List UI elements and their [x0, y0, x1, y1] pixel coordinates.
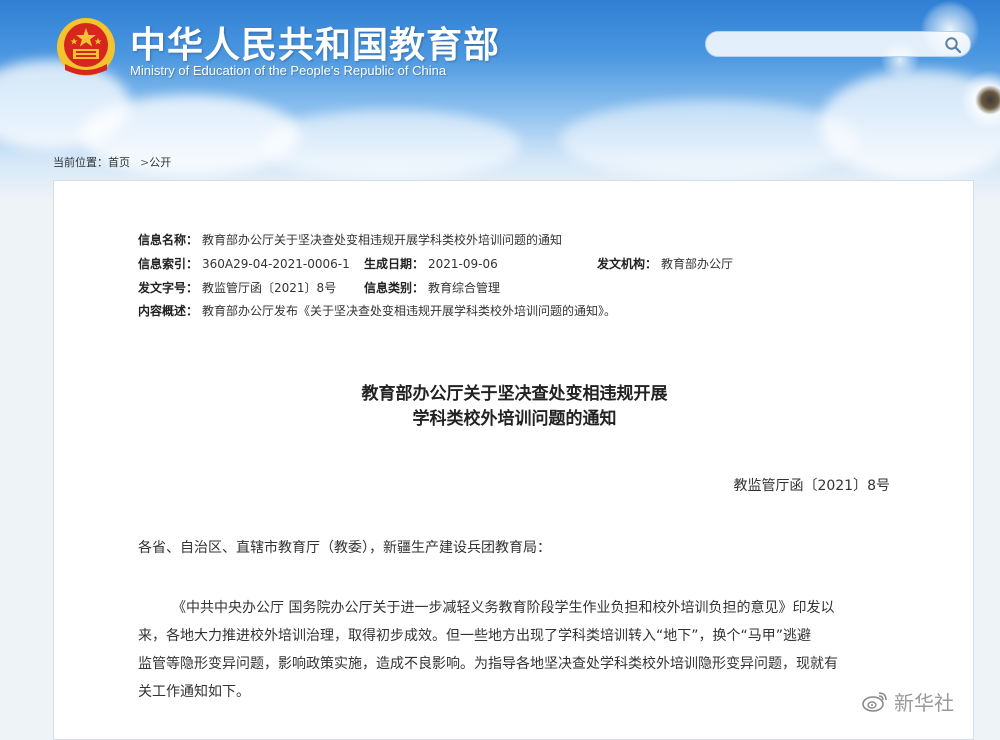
content-panel: 信息名称： 教育部办公厅关于坚决查处变相违规开展学科类校外培训问题的通知 信息索引… — [53, 180, 974, 740]
meta-index-label: 信息索引： — [138, 257, 199, 271]
search-icon[interactable] — [944, 36, 962, 54]
document-number: 教监管厅函〔2021〕8号 — [733, 478, 890, 494]
paragraph-line: 来，各地大力推进校外培训治理，取得初步成效。但一些地方出现了学科类培训转入“地下… — [138, 628, 812, 644]
watermark-text: 新华社 — [894, 690, 954, 715]
weibo-icon — [862, 692, 887, 712]
cloud-decoration — [260, 110, 520, 180]
document-title-line2: 学科类校外培训问题的通知 — [412, 409, 617, 429]
meta-date-row: 生成日期： 2021-09-06 — [364, 255, 498, 272]
meta-category-row: 信息类别： 教育综合管理 — [364, 279, 500, 296]
site-subtitle: Ministry of Education of the People's Re… — [130, 63, 447, 78]
meta-summary-row: 内容概述： 教育部办公厅发布《关于坚决查处变相违规开展学科类校外培训问题的通知》。 — [138, 302, 616, 319]
breadcrumb-prefix: 当前位置： — [53, 156, 108, 169]
paragraph-line: 监管等隐形变异问题，影响政策实施，造成不良影响。为指导各地坚决查处学科类校外培训… — [138, 656, 838, 672]
paragraph-line: 《中共中央办公厅 国务院办公厅关于进一步减轻义务教育阶段学生作业负担和校外培训负… — [172, 600, 835, 616]
site-header: 中华人民共和国教育部 Ministry of Education of the … — [0, 0, 1000, 200]
national-emblem-icon — [57, 18, 115, 76]
meta-index-row: 信息索引： 360A29-04-2021-0006-1 — [138, 255, 350, 272]
meta-docno-value: 教监管厅函〔2021〕8号 — [202, 281, 337, 295]
document-salutation: 各省、自治区、直辖市教育厅（教委），新疆生产建设兵团教育局： — [138, 540, 551, 556]
meta-date-value: 2021-09-06 — [428, 257, 498, 271]
meta-docno-row: 发文字号： 教监管厅函〔2021〕8号 — [138, 279, 336, 296]
meta-name-label: 信息名称： — [138, 233, 199, 247]
document-title-line1: 教育部办公厅关于坚决查处变相违规开展 — [361, 384, 668, 404]
breadcrumb-home-link[interactable]: 首页 — [108, 156, 130, 169]
meta-issuer-value: 教育部办公厅 — [661, 257, 734, 271]
cloud-decoration — [560, 100, 860, 180]
breadcrumb-separator: > — [140, 156, 150, 169]
meta-issuer-label: 发文机构： — [597, 257, 658, 271]
site-title: 中华人民共和国教育部 — [130, 25, 501, 66]
search-box — [705, 31, 971, 57]
meta-summary-value: 教育部办公厅发布《关于坚决查处变相违规开展学科类校外培训问题的通知》。 — [202, 304, 617, 318]
meta-issuer-row: 发文机构： 教育部办公厅 — [597, 255, 733, 272]
xinhua-watermark: 新华社 — [862, 686, 954, 716]
meta-docno-label: 发文字号： — [138, 281, 199, 295]
meta-category-label: 信息类别： — [364, 281, 425, 295]
meta-name-row: 信息名称： 教育部办公厅关于坚决查处变相违规开展学科类校外培训问题的通知 — [138, 231, 562, 248]
breadcrumb: 当前位置：首页 >公开 — [53, 154, 171, 170]
meta-date-label: 生成日期： — [364, 257, 425, 271]
breadcrumb-current-link[interactable]: 公开 — [149, 156, 171, 169]
meta-summary-label: 内容概述： — [138, 304, 199, 318]
meta-category-value: 教育综合管理 — [428, 281, 501, 295]
search-input[interactable] — [718, 35, 942, 55]
paragraph-line: 关工作通知如下。 — [138, 684, 250, 700]
meta-name-value: 教育部办公厅关于坚决查处变相违规开展学科类校外培训问题的通知 — [202, 233, 563, 247]
meta-index-value: 360A29-04-2021-0006-1 — [202, 257, 350, 271]
